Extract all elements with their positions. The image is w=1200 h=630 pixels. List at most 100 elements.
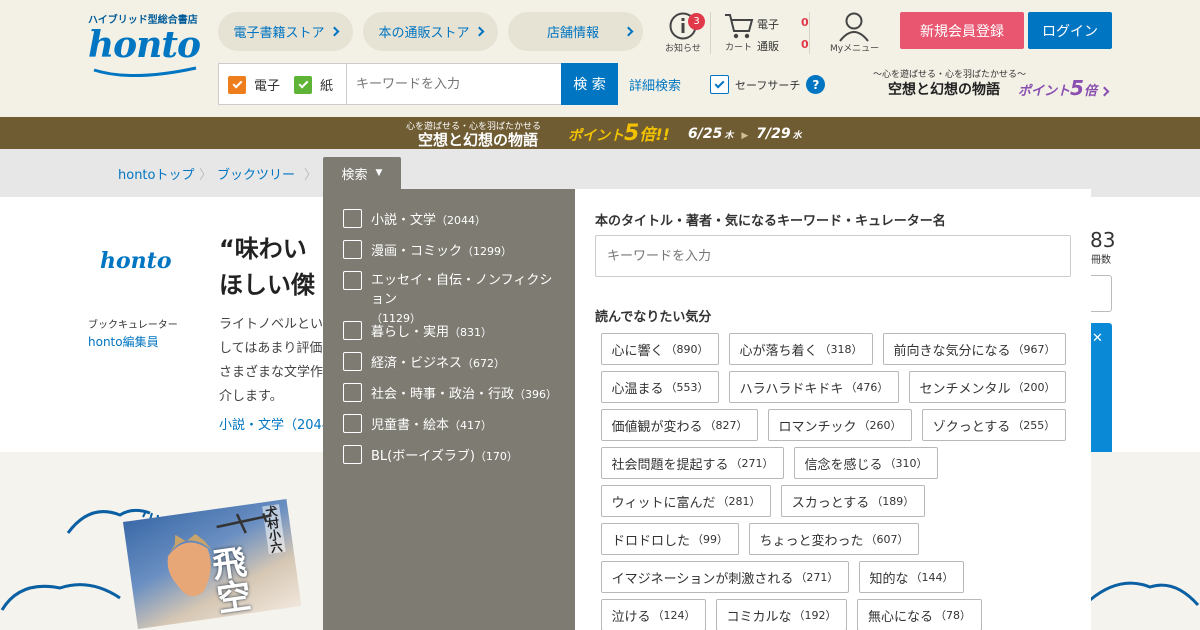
mood-tag[interactable]: 無心になる （78） [857,599,982,630]
breadcrumb-booktree[interactable]: ブックツリー [217,164,295,183]
chevron-right-icon [329,26,339,37]
booktree-title-line2: ほしい傑 [219,271,315,299]
mood-tag[interactable]: ハラハラドキドキ （476） [729,371,899,403]
promo-title: 空想と幻想の物語 [888,82,1000,98]
category-option[interactable]: 小説・文学（2044） [343,209,486,228]
mood-tag[interactable]: 前向きな気分になる （967） [883,333,1066,365]
mood-tag[interactable]: 心に響く （890） [601,333,719,365]
mood-count: （281） [717,495,761,508]
mood-name: ハラハラドキドキ [739,381,844,397]
checkbox-icon [343,414,362,433]
nav-store-info[interactable]: 店舗情報 [508,12,643,51]
category-option[interactable]: 社会・時事・政治・行政（396） [343,383,557,402]
mood-tag[interactable]: 知的な （144） [859,561,964,593]
register-button[interactable]: 新規会員登録 [900,12,1024,49]
category-count: （417） [449,419,493,432]
mood-count: （78） [935,609,971,622]
close-icon[interactable]: ✕ [1092,331,1103,346]
mood-count: （967） [1012,343,1056,356]
mood-label: 読んでなりたい気分 [595,310,712,325]
mood-count: （189） [871,495,915,508]
search-tab-label: 検索 [341,167,368,183]
notice-button[interactable]: 3 お知らせ [664,11,708,54]
help-icon[interactable]: ? [806,75,826,94]
mood-name: 泣ける [611,609,651,625]
safe-search-label: セーフサーチ [735,78,801,92]
checkbox-checked-icon [710,75,729,94]
category-option[interactable]: 漫画・コミック（1299） [343,240,512,259]
book-cover[interactable]: 犬村小六 飛空 [123,499,302,629]
cart-icon [725,14,754,39]
checkbox-icon [343,352,362,371]
notice-badge: 3 [688,13,705,30]
category-name: エッセイ・自伝・ノンフィクション [371,273,553,307]
category-option[interactable]: BL(ボーイズラブ)（170） [343,445,518,464]
promo-link[interactable]: 〜心を遊ばせる・心を羽ばたかせる〜 空想と幻想の物語 ポイント 5 倍 [870,67,1115,107]
category-option[interactable]: 暮らし・実用（831） [343,321,492,340]
category-option[interactable]: 児童書・絵本（417） [343,414,492,433]
category-option[interactable]: 経済・ビジネス（672） [343,352,505,371]
mood-tag[interactable]: ゾクっとする （255） [922,409,1066,441]
mood-tag[interactable]: 心が落ち着く （318） [729,333,873,365]
banner-point-label: ポイント [568,128,624,144]
paper-checkbox[interactable]: 紙 [294,75,333,94]
mymenu-button[interactable]: Myメニュー [826,10,886,54]
search-input[interactable] [350,66,558,102]
breadcrumb-home[interactable]: hontoトップ [118,164,194,183]
safe-search-toggle[interactable]: セーフサーチ ? [710,75,826,94]
checkbox-icon [343,445,362,464]
mood-tag[interactable]: 泣ける （124） [601,599,706,630]
curator-role: ブックキュレーター [88,320,178,331]
mood-tag[interactable]: 価値観が変わる （827） [601,409,758,441]
mood-count: （827） [704,419,748,432]
keyword-input[interactable] [595,235,1071,277]
banner-title: 空想と幻想の物語 [418,131,539,149]
mood-count: （271） [795,571,839,584]
mood-tag[interactable]: イマジネーションが刺激される （271） [601,561,849,593]
nav-paper-store[interactable]: 本の通販ストア [363,12,498,51]
mood-name: 前向きな気分になる [893,343,1011,359]
mood-name: スカっとする [791,495,870,511]
honto-logo[interactable]: honto [88,24,201,66]
login-button[interactable]: ログイン [1028,12,1112,49]
mood-name: コミカルな [726,609,792,625]
book-count-label: 冊数 [1091,255,1111,266]
mood-tag[interactable]: 信念を感じる （310） [794,447,938,479]
ebook-checkbox[interactable]: 電子 [228,75,280,94]
search-button[interactable]: 検 索 [561,63,618,105]
advanced-search-link[interactable]: 詳細検索 [629,75,681,94]
mood-tag[interactable]: ドロドロした （99） [601,523,739,555]
curator-name[interactable]: honto編集員 [88,333,159,350]
mood-tag[interactable]: センチメンタル （200） [909,371,1066,403]
nav-paper-store-label: 本の通販ストア [378,26,470,41]
mood-tag[interactable]: ロマンチック （260） [768,409,912,441]
mood-tag[interactable]: スカっとする （189） [781,485,925,517]
mood-name: 無心になる [867,609,933,625]
search-tab[interactable]: 検索 ▼ [323,157,401,189]
cart-button[interactable]: カート 電子 0 通販 0 [710,12,810,54]
checkbox-icon [343,209,362,228]
promo-multiplier: 5 [1070,76,1084,100]
mood-count: （192） [793,609,837,622]
mood-tag[interactable]: 心温まる （553） [601,371,719,403]
mood-tag[interactable]: コミカルな （192） [716,599,847,630]
mood-name: ゾクっとする [932,419,1011,435]
desc-line: 介します。 [219,389,283,404]
mood-name: イマジネーションが刺激される [611,571,794,587]
mood-count: （310） [884,457,928,470]
booktree-title-line1: “味わい [219,235,307,263]
banner-point: ポイント 5 倍!! [568,121,670,146]
category-link[interactable]: 小説・文学（2044 [219,414,323,433]
cloud-decoration-icon [0,583,121,611]
category-option[interactable]: エッセイ・自伝・ノンフィクション （1129） [343,271,558,328]
banner-start: 6/25 [688,126,723,142]
nav-ebook-store[interactable]: 電子書籍ストア [218,12,353,51]
mood-tag[interactable]: 社会問題を提起する （271） [601,447,784,479]
arrow-right-icon: ▶ [741,131,749,141]
mood-tag[interactable]: ちょっと変わった （607） [749,523,919,555]
banner-multiplier: 5 [624,121,640,146]
mood-tag[interactable]: ウィットに富んだ （281） [601,485,771,517]
mood-name: ロマンチック [778,419,857,435]
checkbox-icon [343,383,362,402]
follow-button[interactable] [1091,275,1112,312]
